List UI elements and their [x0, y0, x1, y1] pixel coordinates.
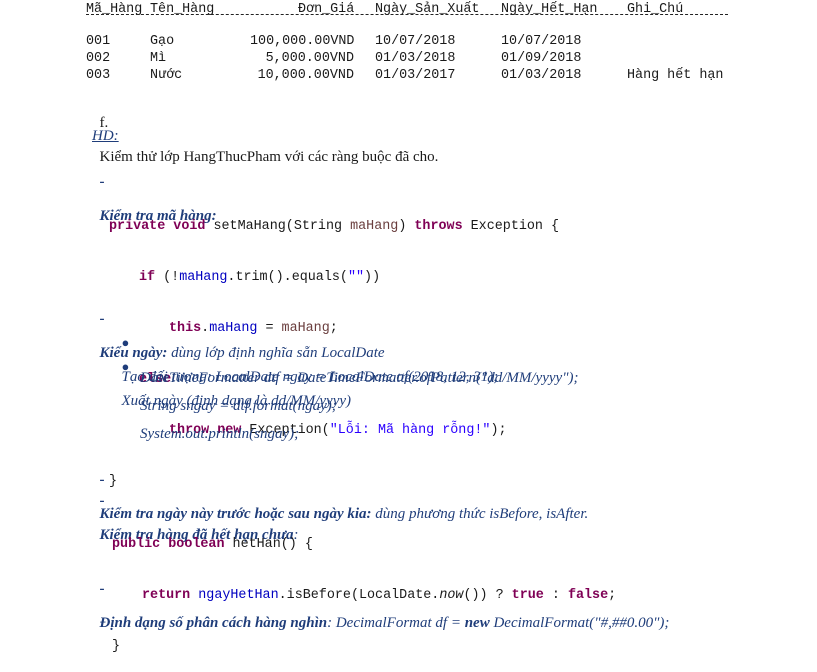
cell-ngay-het-han: 01/09/2018 — [501, 51, 582, 66]
cell-ma-hang: 003 — [86, 68, 111, 83]
cell-don-gia: 10,000.00VND — [257, 68, 354, 83]
cell-ngay-het-han: 01/03/2018 — [501, 68, 582, 83]
cell-ten-hang: Nước — [150, 68, 183, 83]
cell-ngay-san-xuat: 01/03/2018 — [375, 51, 456, 66]
section-thousands: - Định dạng số phân cách hàng nghìn: Dec… — [99, 581, 670, 631]
task-item: f. Kiểm thử lớp HangThucPham với các ràn… — [92, 98, 439, 166]
cell-ngay-san-xuat: 01/03/2017 — [375, 68, 456, 83]
code-line: if (!maHang.trim().equals("")) — [139, 270, 381, 285]
hd-label: HD: — [92, 128, 119, 144]
cell-ngay-san-xuat: 10/07/2018 — [375, 34, 456, 49]
cell-ma-hang: 002 — [86, 51, 111, 66]
cell-ten-hang: Mì — [150, 51, 167, 66]
code-text-line: System.out.println(sngay); — [140, 426, 300, 442]
cell-ten-hang: Gạo — [150, 34, 175, 49]
bullet-dot-icon: ● — [121, 359, 130, 374]
section-title: Định dạng số phân cách hàng nghìn — [99, 615, 328, 631]
section-dash: - — [99, 174, 105, 190]
cell-ngay-het-han: 10/07/2018 — [501, 34, 582, 49]
code-text-line: DateTimeFormatter dtf = DateTimeFormatte… — [140, 370, 579, 386]
document-page: { "table": { "headers": ["Mã_Hàng", "Tên… — [0, 0, 817, 654]
cell-don-gia: 100,000.00VND — [250, 34, 355, 49]
code-line: public boolean hetHan() { — [112, 537, 313, 552]
code-line: } — [112, 639, 121, 654]
cell-don-gia: 5,000.00VND — [265, 51, 354, 66]
code-line: private void setMaHang(String maHang) th… — [109, 219, 560, 234]
cell-ghi-chu: Hàng hết hạn — [627, 68, 724, 83]
code-text-line: String sngay = dtf.format(ngay); — [140, 398, 337, 414]
cell-ma-hang: 001 — [86, 34, 111, 49]
table-divider — [86, 14, 728, 15]
